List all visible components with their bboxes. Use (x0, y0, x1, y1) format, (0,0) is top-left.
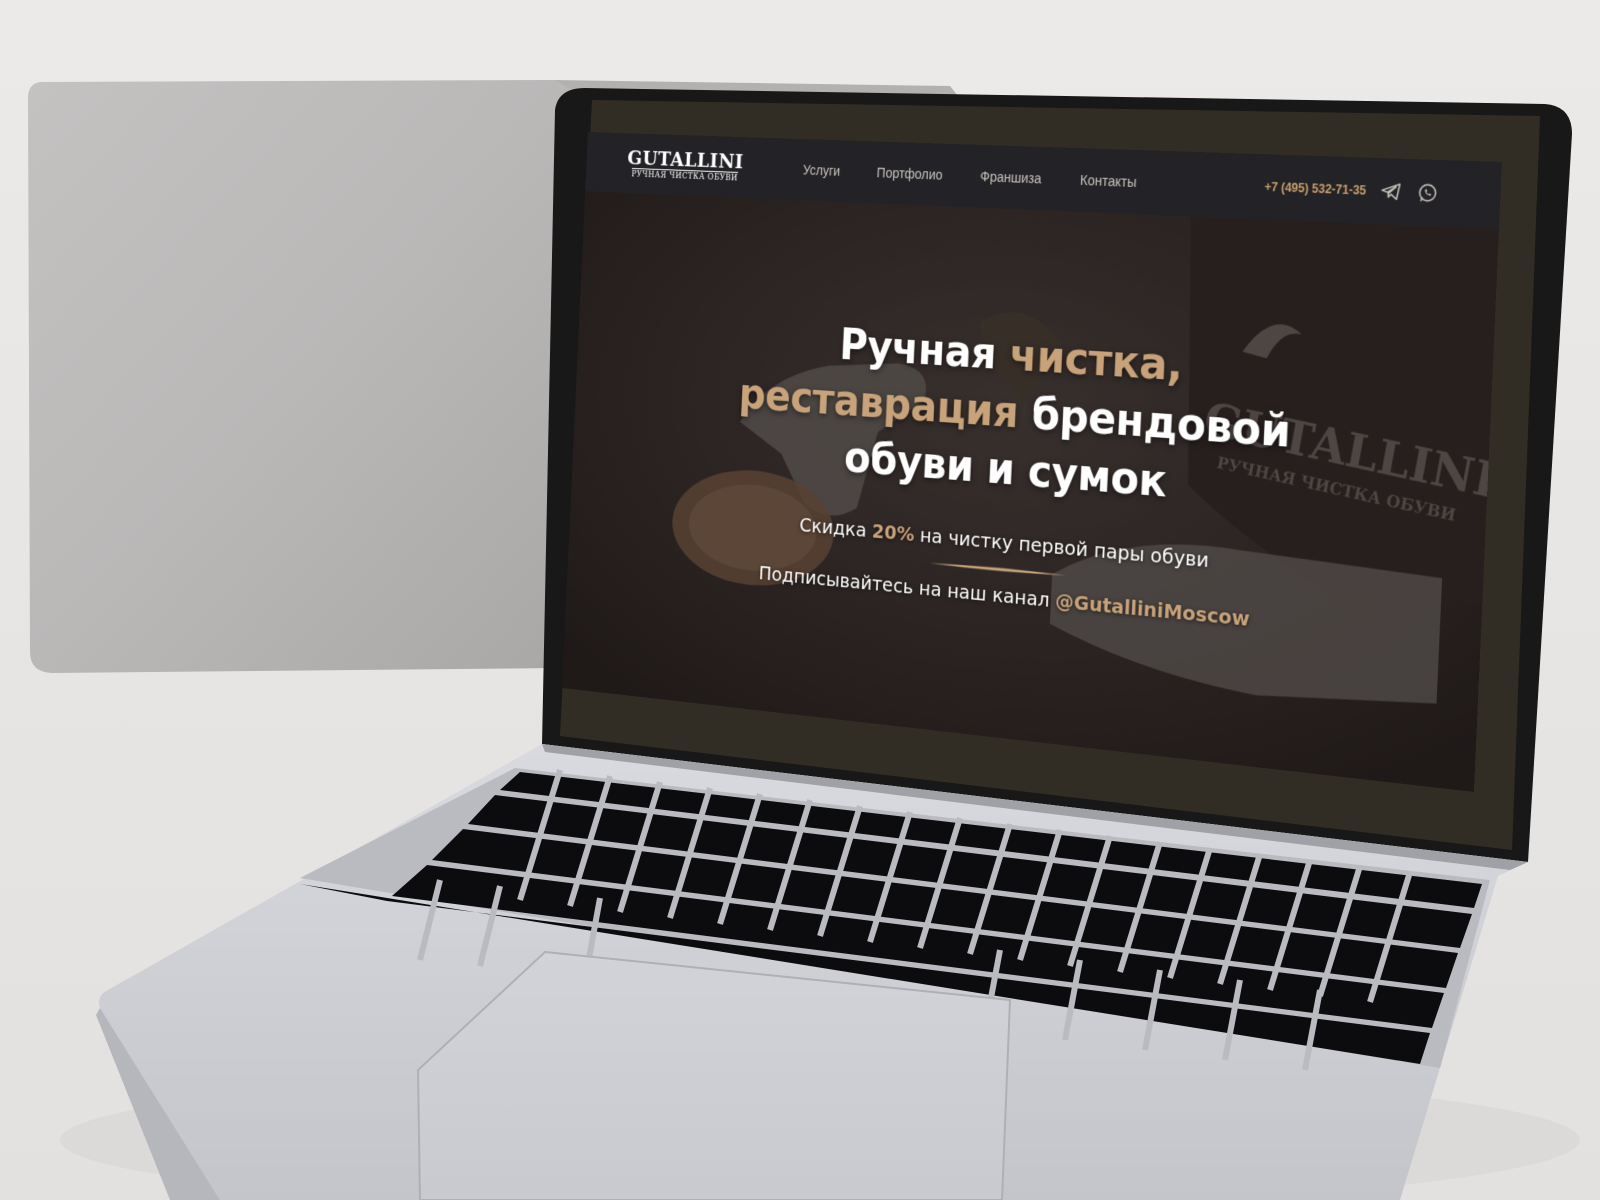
hero-title-highlight1: чистка, (1008, 330, 1184, 392)
gold-divider (929, 561, 1067, 577)
nav-link-franchise[interactable]: Франшиза (980, 168, 1042, 186)
promo-prefix: Скидка (798, 512, 873, 543)
site-logo[interactable]: GUTALLINI РУЧНАЯ ЧИСТКА ОБУВИ (627, 145, 744, 184)
nav-link-services[interactable]: Услуги (803, 162, 841, 179)
telegram-icon[interactable] (1380, 180, 1403, 204)
nav-link-contacts[interactable]: Контакты (1080, 172, 1137, 190)
hero-title-part1: Ручная (838, 320, 1011, 381)
website-screen: GUTALLINI РУЧНАЯ ЧИСТКА ОБУВИ GUTALLINI … (561, 132, 1502, 792)
hero-title-highlight2: реставрация (737, 369, 1020, 439)
phone-link[interactable]: +7 (495) 532-71-35 (1264, 180, 1366, 198)
back-laptop-lid (28, 80, 575, 673)
main-nav: Услуги Портфолио Франшиза Контакты (803, 162, 1137, 190)
promo-text: Скидка 20% на чистку первой пары обуви (799, 513, 1210, 572)
whatsapp-icon[interactable] (1416, 181, 1439, 205)
hero-section: Ручная чистка, реставрация брендовой обу… (562, 191, 1499, 792)
laptop-mockup-scene: GUTALLINI РУЧНАЯ ЧИСТКА ОБУВИ GUTALLINI … (0, 0, 1600, 1200)
nav-link-portfolio[interactable]: Портфолио (876, 165, 943, 183)
channel-link[interactable]: @GutalliniMoscow (1055, 588, 1250, 631)
promo-discount: 20% (871, 518, 915, 546)
hero-title: Ручная чистка, реставрация брендовой обу… (735, 312, 1294, 522)
